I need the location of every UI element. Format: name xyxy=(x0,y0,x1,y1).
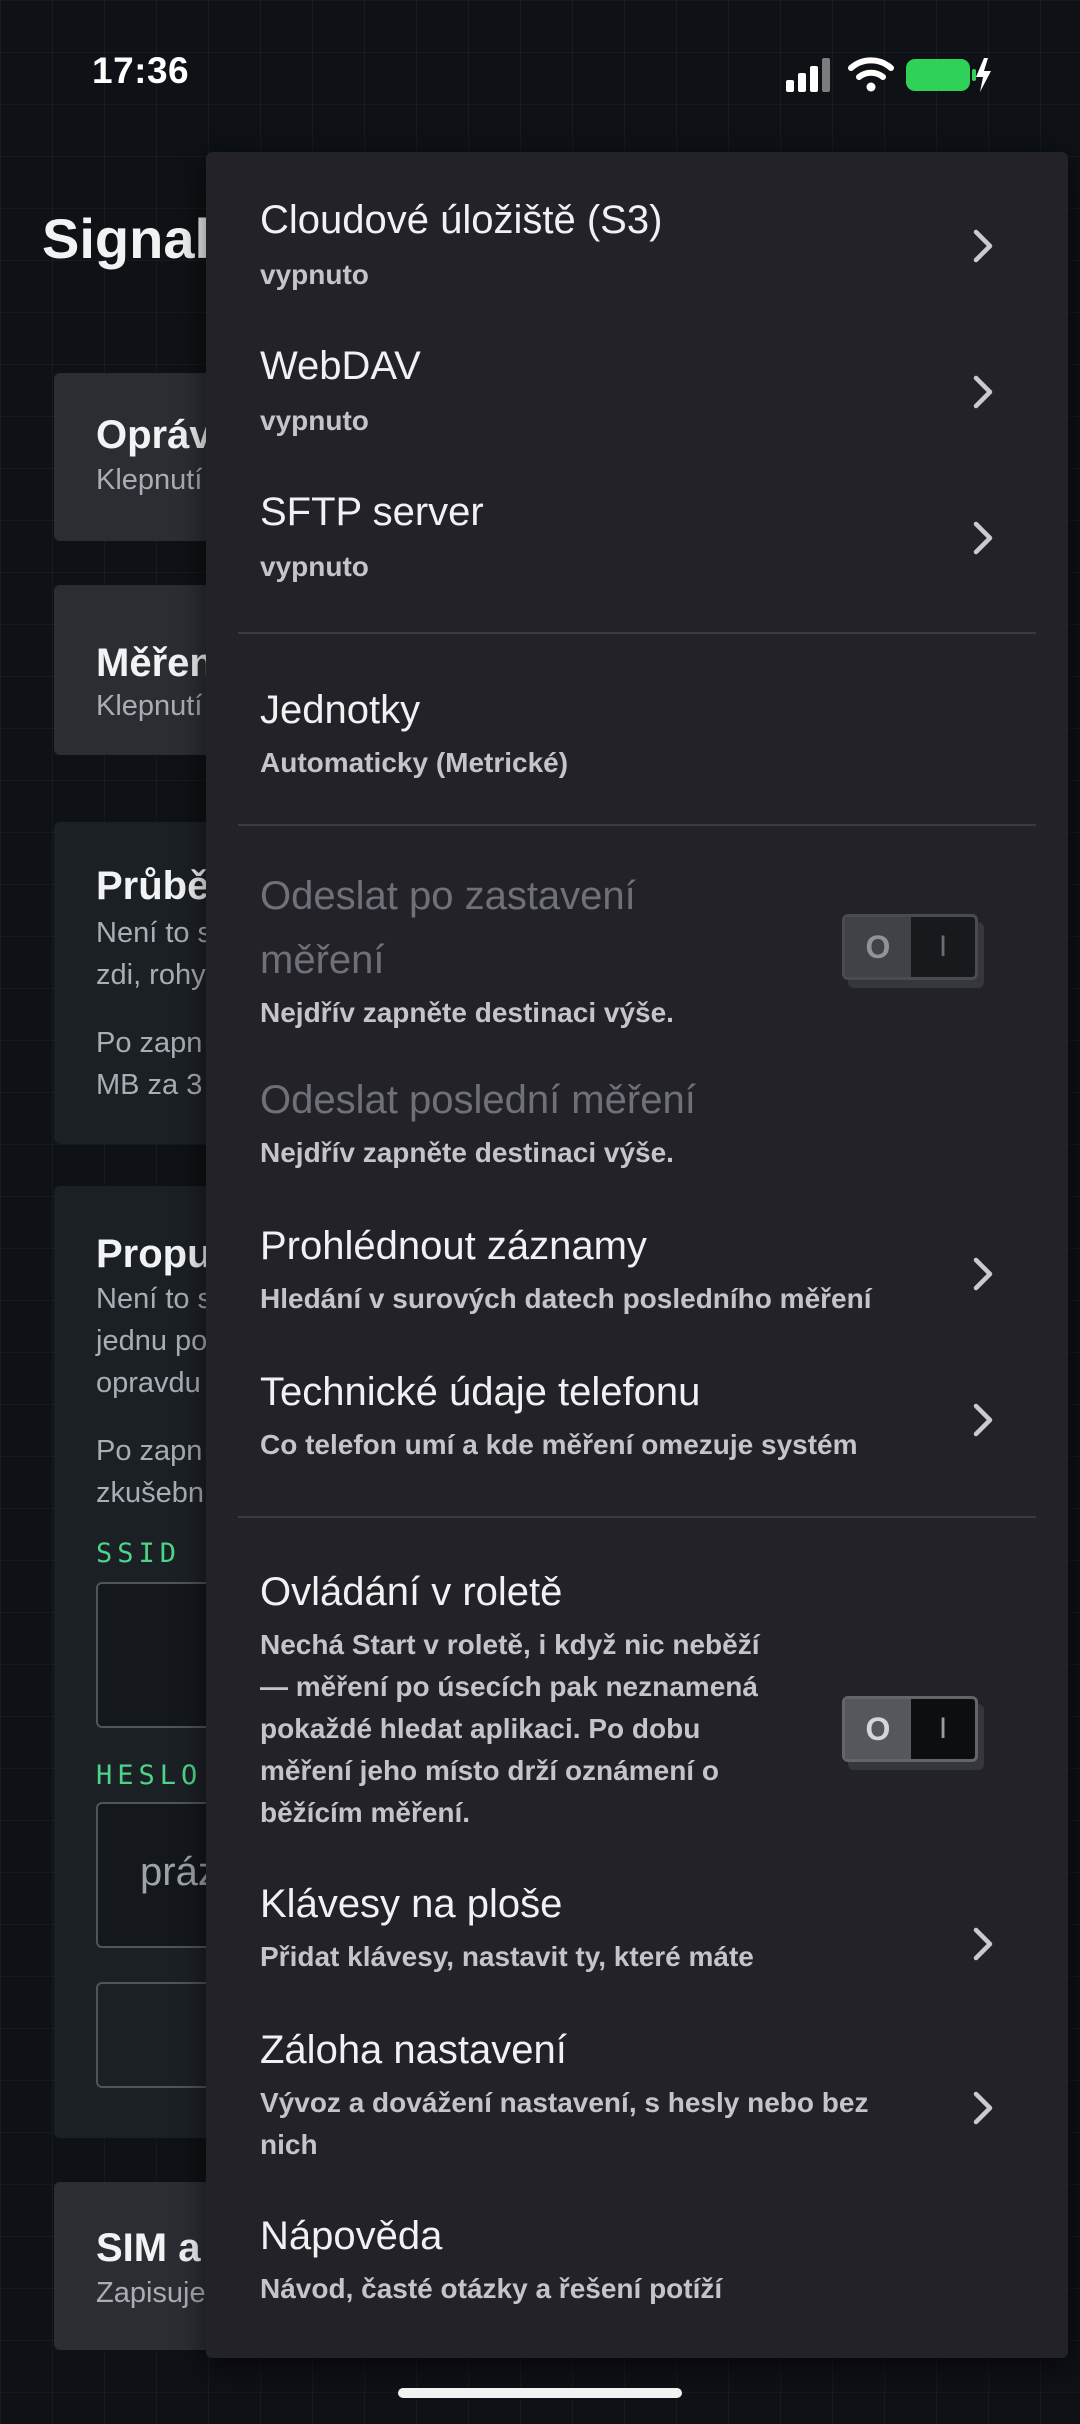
menu-item-subtitle: Nejdřív zapněte destinaci výše. xyxy=(260,997,674,1028)
menu-item-subtitle: vypnuto xyxy=(260,551,369,582)
card-text: Po zapn xyxy=(96,1435,203,1467)
ssid-label: SSID xyxy=(96,1538,182,1569)
card-subtitle: Klepnutí xyxy=(96,690,203,722)
chevron-right-icon xyxy=(973,375,993,409)
menu-item-browse-records[interactable]: Prohlédnout záznamy Hledání v surových d… xyxy=(206,1184,1068,1330)
overflow-menu: Cloudové úložiště (S3) vypnuto WebDAV vy… xyxy=(206,152,1068,2358)
menu-item-subtitle: Co telefon umí a kde měření omezuje syst… xyxy=(260,1429,858,1460)
card-text: Není to s xyxy=(96,1283,213,1315)
status-time: 17:36 xyxy=(92,50,190,91)
chevron-right-icon xyxy=(973,229,993,263)
menu-item-title-line2: měření xyxy=(260,938,385,982)
menu-item-subtitle: Vývoz a dovážení nastavení, s hesly nebo… xyxy=(260,2087,869,2118)
card-text: jednu po xyxy=(96,1325,208,1357)
toggle-on-label: I xyxy=(938,930,948,963)
battery-charging-icon xyxy=(906,58,991,92)
menu-item-subtitle-line: Nechá Start v roletě, i když nic neběží xyxy=(260,1629,760,1660)
menu-item-subtitle: Návod, časté otázky a řešení potíží xyxy=(260,2273,723,2304)
chevron-right-icon xyxy=(973,1927,993,1961)
menu-item-subtitle-line: běžícím měření. xyxy=(260,1797,471,1828)
toggle-off-label: O xyxy=(845,1699,911,1759)
card-title: Propu xyxy=(96,1232,212,1276)
menu-divider xyxy=(238,1516,1036,1518)
card-text: opravdu xyxy=(96,1367,201,1399)
chevron-right-icon xyxy=(973,1403,993,1437)
card-text: zkušebn xyxy=(96,1477,205,1509)
menu-item-title: Ovládání v roletě xyxy=(260,1570,563,1614)
menu-item-send-after-stop: Odeslat po zastavení měření Nejdřív zapn… xyxy=(206,828,1068,1038)
card-title: Opráv xyxy=(96,413,212,457)
menu-item-sftp[interactable]: SFTP server vypnuto xyxy=(206,444,1068,590)
card-text: MB za 3 xyxy=(96,1069,203,1101)
menu-item-title: Záloha nastavení xyxy=(260,2028,567,2072)
chevron-right-icon xyxy=(973,521,993,555)
menu-item-webdav[interactable]: WebDAV vypnuto xyxy=(206,298,1068,444)
menu-item-subtitle-line: — měření po úsecích pak neznamená xyxy=(260,1671,758,1702)
wifi-icon xyxy=(848,57,894,92)
status-bar: 17:36 xyxy=(0,0,1080,150)
menu-item-subtitle-line: měření jeho místo drží oznámení o xyxy=(260,1755,719,1786)
menu-item-send-last: Odeslat poslední měření Nejdřív zapněte … xyxy=(206,1038,1068,1184)
menu-item-title: Prohlédnout záznamy xyxy=(260,1224,647,1268)
menu-item-subtitle: Automaticky (Metrické) xyxy=(260,747,569,778)
menu-divider xyxy=(238,632,1036,634)
card-subtitle: Klepnutí xyxy=(96,464,203,496)
chevron-right-icon xyxy=(973,1257,993,1291)
menu-item-subtitle: vypnuto xyxy=(260,259,369,290)
app-title: Signal xyxy=(42,207,211,270)
menu-item-subtitle-line2: nich xyxy=(260,2129,318,2160)
menu-item-title: Odeslat poslední měření xyxy=(260,1078,696,1122)
menu-item-subtitle: Nejdřív zapněte destinaci výše. xyxy=(260,1137,674,1168)
send-after-stop-toggle: O I xyxy=(842,914,984,988)
menu-item-title: Jednotky xyxy=(260,688,421,732)
menu-item-subtitle: Přidat klávesy, nastavit ty, které máte xyxy=(260,1941,754,1972)
card-title: Průbě xyxy=(96,864,210,908)
menu-item-title: Cloudové úložiště (S3) xyxy=(260,198,663,242)
menu-item-units[interactable]: Jednotky Automaticky (Metrické) xyxy=(206,636,1068,826)
menu-item-title: Nápověda xyxy=(260,2214,443,2258)
menu-item-help[interactable]: Nápověda Návod, časté otázky a řešení po… xyxy=(206,2178,1068,2348)
menu-item-backup[interactable]: Záloha nastavení Vývoz a dovážení nastav… xyxy=(206,1998,1068,2178)
card-text: Po zapn xyxy=(96,1027,203,1059)
menu-item-title: SFTP server xyxy=(260,490,484,534)
home-indicator[interactable] xyxy=(398,2388,682,2398)
menu-divider xyxy=(238,824,1036,826)
card-text: Není to s xyxy=(96,917,213,949)
menu-item-title: Klávesy na ploše xyxy=(260,1882,563,1926)
card-text: zdi, rohy xyxy=(96,959,206,991)
card-subtitle: Zapisuje xyxy=(96,2277,206,2309)
menu-item-subtitle: vypnuto xyxy=(260,405,369,436)
toggle-off-label: O xyxy=(845,917,911,977)
menu-item-phone-tech[interactable]: Technické údaje telefonu Co telefon umí … xyxy=(206,1330,1068,1476)
menu-item-subtitle: Hledání v surových datech posledního měř… xyxy=(260,1283,872,1314)
cellular-signal-icon xyxy=(786,58,830,92)
toggle-on-label: I xyxy=(938,1712,948,1745)
shade-control-toggle[interactable]: O I xyxy=(842,1696,984,1770)
chevron-right-icon xyxy=(973,2091,993,2125)
menu-item-title: WebDAV xyxy=(260,344,421,388)
menu-item-desktop-keys[interactable]: Klávesy na ploše Přidat klávesy, nastavi… xyxy=(206,1852,1068,1998)
menu-item-title: Technické údaje telefonu xyxy=(260,1370,701,1414)
menu-item-subtitle-line: pokaždé hledat aplikaci. Po dobu xyxy=(260,1713,701,1744)
menu-item-title: Odeslat po zastavení xyxy=(260,874,636,918)
card-title: Měřen xyxy=(96,641,214,685)
password-label: HESLO xyxy=(96,1760,203,1791)
card-title: SIM a xyxy=(96,2226,201,2270)
menu-item-cloud-storage[interactable]: Cloudové úložiště (S3) vypnuto xyxy=(206,152,1068,298)
